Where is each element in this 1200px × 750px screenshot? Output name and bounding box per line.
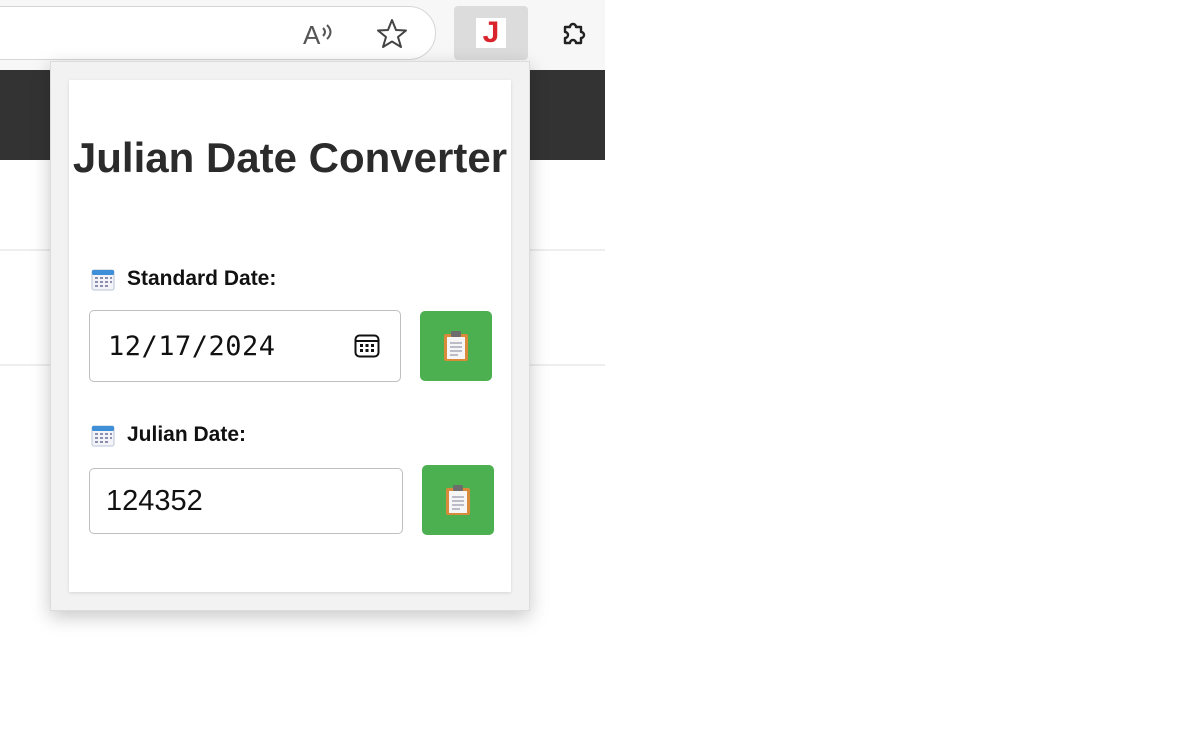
read-aloud-icon[interactable]: A: [298, 14, 338, 54]
extensions-puzzle-icon[interactable]: [554, 14, 594, 54]
standard-date-input[interactable]: 12/17/2024: [89, 310, 401, 382]
standard-date-value[interactable]: 12/17/2024: [108, 331, 352, 362]
calendar-icon: [91, 267, 115, 291]
svg-text:A: A: [303, 20, 321, 50]
popup-title: Julian Date Converter: [72, 134, 508, 181]
julian-date-label-text: Julian Date:: [127, 423, 247, 446]
standard-date-label-text: Standard Date:: [127, 267, 277, 290]
julian-extension-icon: J: [476, 18, 506, 48]
julian-date-value[interactable]: 124352: [106, 485, 203, 518]
julian-extension-button[interactable]: J: [454, 6, 528, 60]
copy-standard-date-button[interactable]: [420, 311, 492, 381]
clipboard-icon: [444, 331, 468, 361]
julian-date-input[interactable]: 124352: [89, 468, 403, 534]
address-bar[interactable]: [0, 6, 436, 60]
extension-popup: Julian Date Converter Standard Date: 12/…: [50, 61, 530, 611]
clipboard-icon: [446, 485, 470, 515]
favorite-star-icon[interactable]: [372, 14, 412, 54]
julian-date-label: Julian Date:: [91, 423, 246, 447]
browser-toolbar: A J: [0, 0, 605, 70]
converter-card: Julian Date Converter Standard Date: 12/…: [69, 80, 511, 592]
copy-julian-date-button[interactable]: [422, 465, 494, 535]
standard-date-label: Standard Date:: [91, 267, 276, 291]
screen: A J Julian Date Converter Standard Date:…: [0, 0, 1200, 750]
calendar-icon: [91, 423, 115, 447]
calendar-picker-icon[interactable]: [352, 331, 382, 361]
